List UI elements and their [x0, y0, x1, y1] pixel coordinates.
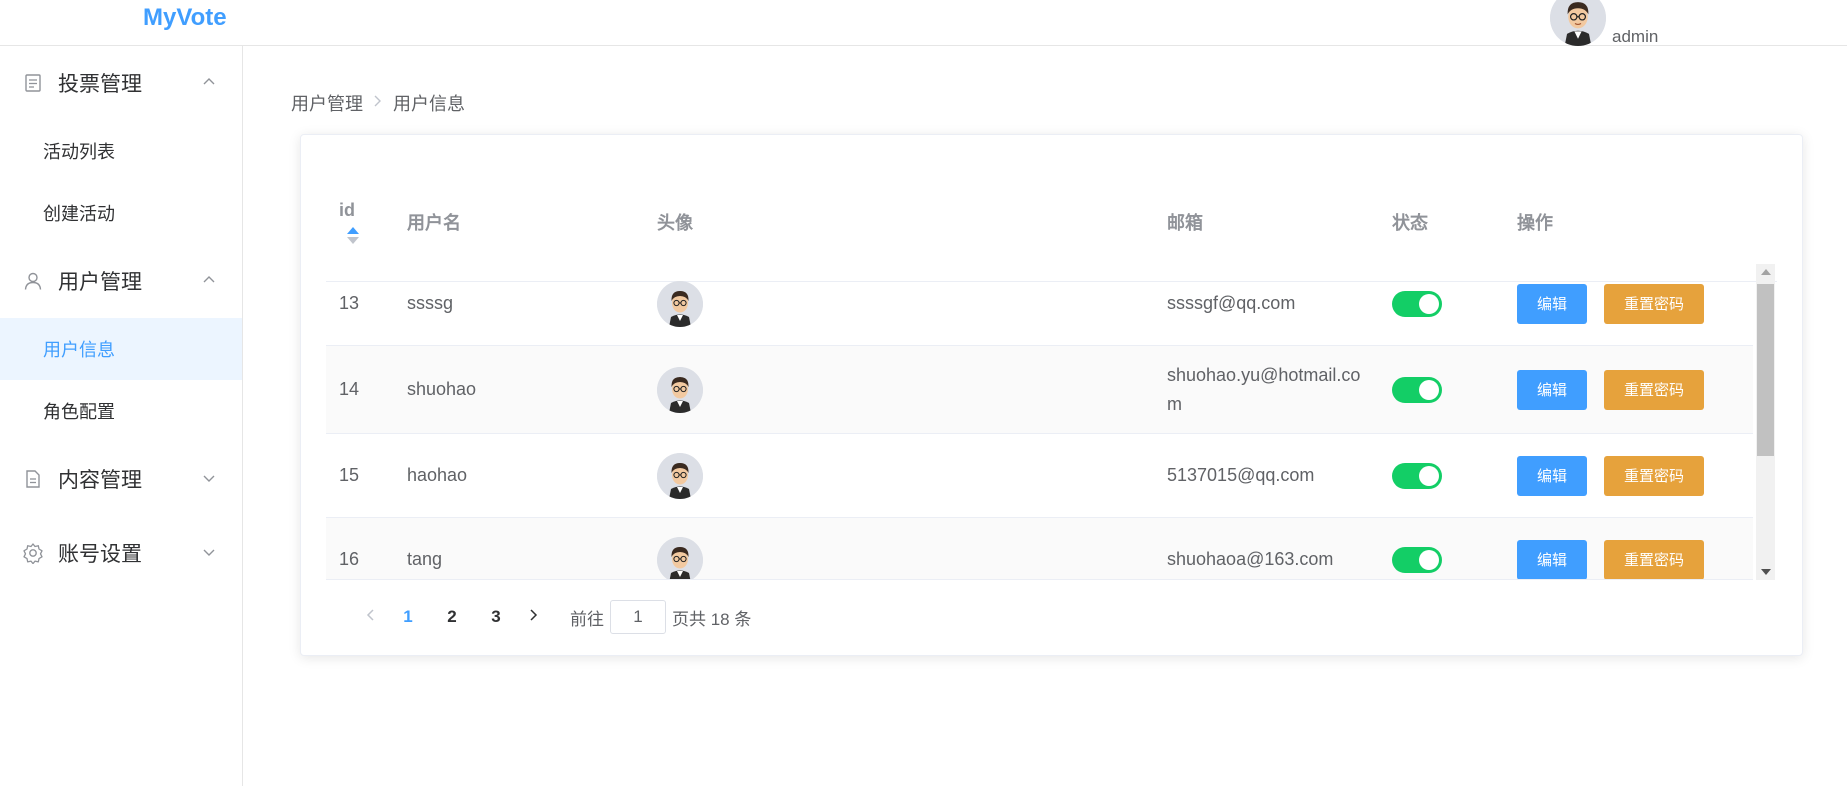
- cell-id: 13: [339, 293, 360, 313]
- cell-username: haohao: [407, 465, 468, 485]
- cell-avatar: [657, 518, 703, 579]
- avatar-icon: [657, 536, 703, 579]
- cell-username: tang: [407, 549, 443, 569]
- avatar-icon: [657, 280, 703, 327]
- chevron-right-icon: [373, 94, 383, 113]
- chevron-down-icon: [203, 549, 215, 556]
- document-icon: [22, 72, 44, 94]
- breadcrumb-parent[interactable]: 用户管理: [291, 90, 363, 116]
- chevron-up-icon: [203, 276, 215, 283]
- column-header-id-label: id: [339, 199, 355, 220]
- sidebar-item-role-config[interactable]: 角色配置: [0, 380, 242, 442]
- cell-status: [1392, 518, 1442, 579]
- cell-email: 5137015@qq.com: [1167, 465, 1315, 485]
- avatar: [657, 536, 703, 579]
- scroll-up-arrow-icon[interactable]: [1761, 269, 1771, 275]
- sidebar-item-user-info[interactable]: 用户信息: [0, 318, 242, 380]
- chevron-up-icon: [203, 78, 215, 85]
- menu-group-user-management[interactable]: 用户管理: [0, 244, 242, 318]
- cell-email: ssssgf@qq.com: [1167, 293, 1296, 313]
- user-table-card: id 用户名 头像 邮箱 状态 操作 13 ssssg ssssgf@qq.co…: [300, 134, 1803, 656]
- pagination: 1 2 3 前往 页共 18 条: [356, 600, 751, 634]
- avatar: [657, 366, 703, 413]
- breadcrumb: 用户管理 用户信息: [291, 90, 465, 116]
- edit-button[interactable]: 编辑: [1517, 283, 1587, 324]
- edit-button[interactable]: 编辑: [1517, 369, 1587, 410]
- admin-username[interactable]: admin: [1612, 27, 1658, 47]
- cell-status: [1392, 434, 1442, 517]
- table-row: 13 ssssg ssssgf@qq.com 编辑 重置密码: [326, 262, 1753, 346]
- cell-actions: 编辑 重置密码: [1517, 346, 1704, 433]
- cell-username: shuohao: [407, 379, 477, 399]
- cell-username: ssssg: [407, 293, 454, 313]
- menu-group-vote-management[interactable]: 投票管理: [0, 46, 242, 120]
- cell-id: 16: [339, 549, 360, 569]
- edit-button[interactable]: 编辑: [1517, 539, 1587, 579]
- table-row: 15 haohao 5137015@qq.com 编辑 重置密码: [326, 434, 1753, 518]
- scrollbar-thumb[interactable]: [1757, 284, 1774, 456]
- cell-avatar: [657, 346, 703, 433]
- avatar-icon: [657, 366, 703, 413]
- cell-status: [1392, 346, 1442, 433]
- menu-group-label: 用户管理: [58, 271, 142, 294]
- status-toggle[interactable]: [1392, 546, 1442, 573]
- avatar-icon: [657, 452, 703, 499]
- cell-id: 14: [339, 379, 360, 399]
- avatar: [657, 280, 703, 327]
- page-button-2[interactable]: 2: [430, 607, 474, 627]
- cell-status: [1392, 262, 1442, 345]
- user-icon: [22, 270, 44, 292]
- edit-button[interactable]: 编辑: [1517, 455, 1587, 496]
- scroll-down-arrow-icon[interactable]: [1761, 569, 1771, 575]
- chevron-right-icon: [530, 609, 538, 621]
- sidebar-item-activity-list[interactable]: 活动列表: [0, 120, 242, 182]
- top-bar: MyVote admin: [0, 0, 1847, 46]
- cell-email: shuohaoa@163.com: [1167, 549, 1334, 569]
- cell-actions: 编辑 重置密码: [1517, 518, 1704, 579]
- menu-group-label: 投票管理: [58, 73, 142, 96]
- menu-group-label: 账号设置: [58, 543, 142, 566]
- admin-avatar[interactable]: [1550, 0, 1606, 46]
- sidebar: 投票管理 活动列表 创建活动 用户管理 用户信息 角色配置 内容管理 账号设置: [0, 46, 243, 786]
- page-button-1[interactable]: 1: [386, 607, 430, 627]
- cell-actions: 编辑 重置密码: [1517, 262, 1704, 345]
- reset-password-button[interactable]: 重置密码: [1604, 369, 1704, 410]
- chevron-down-icon: [203, 475, 215, 482]
- reset-password-button[interactable]: 重置密码: [1604, 455, 1704, 496]
- breadcrumb-current: 用户信息: [393, 94, 465, 114]
- cell-avatar: [657, 434, 703, 517]
- status-toggle[interactable]: [1392, 462, 1442, 489]
- document-icon: [22, 468, 44, 490]
- cell-avatar: [657, 262, 703, 345]
- sidebar-item-create-activity[interactable]: 创建活动: [0, 182, 242, 244]
- sort-caret-icon[interactable]: [347, 226, 359, 245]
- menu-group-account-settings[interactable]: 账号设置: [0, 516, 242, 590]
- goto-page-input[interactable]: [610, 600, 666, 634]
- status-toggle[interactable]: [1392, 376, 1442, 403]
- reset-password-button[interactable]: 重置密码: [1604, 283, 1704, 324]
- cell-email: shuohao.yu@hotmail.com: [1167, 364, 1361, 414]
- page-button-3[interactable]: 3: [474, 607, 518, 627]
- menu-group-label: 内容管理: [58, 469, 142, 492]
- goto-prefix-label: 前往: [570, 609, 604, 629]
- goto-suffix-label: 页共 18 条: [672, 609, 752, 629]
- chevron-left-icon: [366, 609, 374, 621]
- menu-group-content-management[interactable]: 内容管理: [0, 442, 242, 516]
- table-row: 14 shuohao shuohao.yu@hotmail.com 编辑 重置密…: [326, 346, 1753, 434]
- table-scrollbar[interactable]: [1756, 264, 1775, 580]
- avatar: [657, 452, 703, 499]
- cell-actions: 编辑 重置密码: [1517, 434, 1704, 517]
- gear-icon: [22, 542, 44, 564]
- avatar-icon: [1550, 0, 1606, 46]
- reset-password-button[interactable]: 重置密码: [1604, 539, 1704, 579]
- app-logo[interactable]: MyVote: [143, 4, 227, 32]
- cell-id: 15: [339, 465, 360, 485]
- table-row: 16 tang shuohaoa@163.com 编辑 重置密码: [326, 518, 1753, 579]
- prev-page-button[interactable]: [356, 607, 386, 627]
- status-toggle[interactable]: [1392, 290, 1442, 317]
- table-body[interactable]: 13 ssssg ssssgf@qq.com 编辑 重置密码 14 shuoha: [326, 262, 1753, 580]
- next-page-button[interactable]: [518, 607, 548, 627]
